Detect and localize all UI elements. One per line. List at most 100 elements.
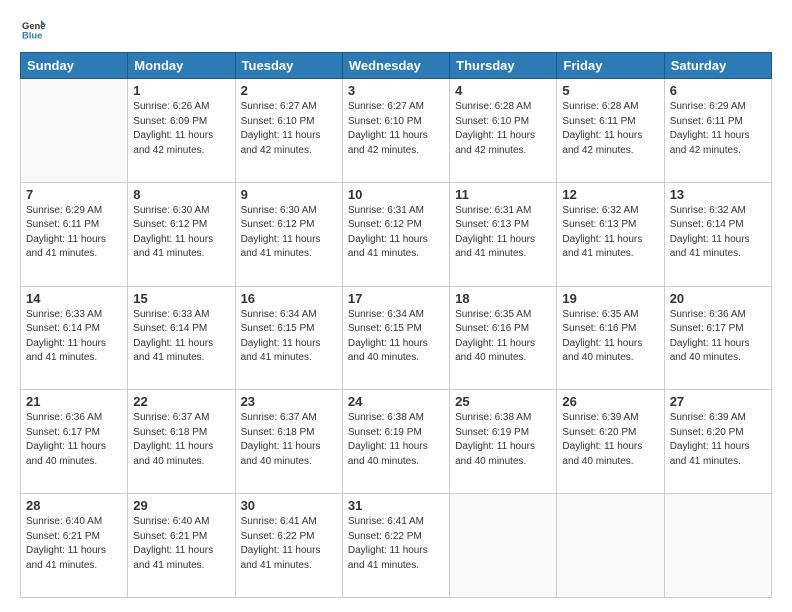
cell-info: Sunrise: 6:36 AMSunset: 6:17 PMDaylight:… [670,308,766,366]
cell-info: Sunrise: 6:33 AMSunset: 6:14 PMDaylight:… [26,308,122,366]
day-number: 31 [348,498,444,513]
day-number: 29 [133,498,229,513]
day-number: 7 [26,187,122,202]
day-number: 30 [241,498,337,513]
weekday-header: Wednesday [342,53,449,79]
day-number: 3 [348,83,444,98]
day-number: 18 [455,291,551,306]
day-number: 6 [670,83,766,98]
calendar-cell: 6 Sunrise: 6:29 AMSunset: 6:11 PMDaylight… [664,79,771,183]
day-number: 25 [455,394,551,409]
calendar-cell: 3 Sunrise: 6:27 AMSunset: 6:10 PMDaylight… [342,79,449,183]
weekday-header: Monday [128,53,235,79]
day-number: 22 [133,394,229,409]
cell-info: Sunrise: 6:38 AMSunset: 6:19 PMDaylight:… [348,411,444,469]
day-number: 13 [670,187,766,202]
day-number: 9 [241,187,337,202]
cell-info: Sunrise: 6:31 AMSunset: 6:12 PMDaylight:… [348,204,444,262]
logo-icon: General Blue [22,18,46,42]
cell-info: Sunrise: 6:37 AMSunset: 6:18 PMDaylight:… [241,411,337,469]
calendar-cell: 11Sunrise: 6:31 AMSunset: 6:13 PMDayligh… [450,182,557,286]
calendar-cell: 24 Sunrise: 6:38 AMSunset: 6:19 PMDayligh… [342,390,449,494]
calendar-cell: 18 Sunrise: 6:35 AMSunset: 6:16 PMDayligh… [450,286,557,390]
day-number: 19 [562,291,658,306]
header: General Blue [20,18,772,42]
day-number: 15 [133,291,229,306]
calendar-cell: 29Sunrise: 6:40 AMSunset: 6:21 PMDayligh… [128,494,235,598]
cell-info: Sunrise: 6:32 AMSunset: 6:14 PMDaylight:… [670,204,766,262]
calendar-cell: 8Sunrise: 6:30 AMSunset: 6:12 PMDaylight… [128,182,235,286]
calendar-cell: 13 Sunrise: 6:32 AMSunset: 6:14 PMDayligh… [664,182,771,286]
cell-info: Sunrise: 6:30 AMSunset: 6:12 PMDaylight:… [133,204,229,262]
cell-info: Sunrise: 6:30 AMSunset: 6:12 PMDaylight:… [241,204,337,262]
calendar-cell [557,494,664,598]
calendar-cell: 20Sunrise: 6:36 AMSunset: 6:17 PMDayligh… [664,286,771,390]
day-number: 10 [348,187,444,202]
cell-info: Sunrise: 6:32 AMSunset: 6:13 PMDaylight:… [562,204,658,262]
calendar-cell [664,494,771,598]
day-number: 27 [670,394,766,409]
calendar-cell: 9 Sunrise: 6:30 AMSunset: 6:12 PMDaylight… [235,182,342,286]
cell-info: Sunrise: 6:36 AMSunset: 6:17 PMDaylight:… [26,411,122,469]
calendar-cell: 21 Sunrise: 6:36 AMSunset: 6:17 PMDayligh… [21,390,128,494]
weekday-header: Sunday [21,53,128,79]
calendar-cell: 23 Sunrise: 6:37 AMSunset: 6:18 PMDayligh… [235,390,342,494]
day-number: 12 [562,187,658,202]
day-number: 14 [26,291,122,306]
calendar-row: 1 Sunrise: 6:26 AMSunset: 6:09 PMDaylight… [21,79,772,183]
calendar-cell: 16 Sunrise: 6:34 AMSunset: 6:15 PMDayligh… [235,286,342,390]
cell-info: Sunrise: 6:40 AMSunset: 6:21 PMDaylight:… [26,515,122,573]
cell-info: Sunrise: 6:38 AMSunset: 6:19 PMDaylight:… [455,411,551,469]
calendar-cell: 17Sunrise: 6:34 AMSunset: 6:15 PMDayligh… [342,286,449,390]
calendar-cell: 10 Sunrise: 6:31 AMSunset: 6:12 PMDayligh… [342,182,449,286]
calendar-cell: 26 Sunrise: 6:39 AMSunset: 6:20 PMDayligh… [557,390,664,494]
calendar-row: 14 Sunrise: 6:33 AMSunset: 6:14 PMDayligh… [21,286,772,390]
cell-info: Sunrise: 6:34 AMSunset: 6:15 PMDaylight:… [241,308,337,366]
weekday-header: Tuesday [235,53,342,79]
calendar-row: 7 Sunrise: 6:29 AMSunset: 6:11 PMDaylight… [21,182,772,286]
svg-text:Blue: Blue [22,30,42,41]
calendar-cell: 12 Sunrise: 6:32 AMSunset: 6:13 PMDayligh… [557,182,664,286]
calendar-cell: 22 Sunrise: 6:37 AMSunset: 6:18 PMDayligh… [128,390,235,494]
cell-info: Sunrise: 6:31 AMSunset: 6:13 PMDaylight:… [455,204,551,262]
cell-info: Sunrise: 6:26 AMSunset: 6:09 PMDaylight:… [133,100,229,158]
cell-info: Sunrise: 6:27 AMSunset: 6:10 PMDaylight:… [348,100,444,158]
day-number: 21 [26,394,122,409]
calendar-cell: 2Sunrise: 6:27 AMSunset: 6:10 PMDaylight… [235,79,342,183]
cell-info: Sunrise: 6:35 AMSunset: 6:16 PMDaylight:… [455,308,551,366]
calendar-cell: 15 Sunrise: 6:33 AMSunset: 6:14 PMDayligh… [128,286,235,390]
day-number: 23 [241,394,337,409]
day-number: 2 [241,83,337,98]
cell-info: Sunrise: 6:34 AMSunset: 6:15 PMDaylight:… [348,308,444,366]
logo: General Blue [20,18,50,42]
calendar-cell: 31 Sunrise: 6:41 AMSunset: 6:22 PMDayligh… [342,494,449,598]
cell-info: Sunrise: 6:29 AMSunset: 6:11 PMDaylight:… [670,100,766,158]
day-number: 16 [241,291,337,306]
calendar-cell [450,494,557,598]
cell-info: Sunrise: 6:35 AMSunset: 6:16 PMDaylight:… [562,308,658,366]
page: General Blue SundayMondayTuesdayWednesda… [0,0,792,612]
calendar-cell: 25 Sunrise: 6:38 AMSunset: 6:19 PMDayligh… [450,390,557,494]
calendar-cell: 27 Sunrise: 6:39 AMSunset: 6:20 PMDayligh… [664,390,771,494]
cell-info: Sunrise: 6:39 AMSunset: 6:20 PMDaylight:… [670,411,766,469]
day-number: 26 [562,394,658,409]
calendar-cell: 4Sunrise: 6:28 AMSunset: 6:10 PMDaylight… [450,79,557,183]
cell-info: Sunrise: 6:28 AMSunset: 6:11 PMDaylight:… [562,100,658,158]
cell-info: Sunrise: 6:28 AMSunset: 6:10 PMDaylight:… [455,100,551,158]
cell-info: Sunrise: 6:39 AMSunset: 6:20 PMDaylight:… [562,411,658,469]
day-number: 28 [26,498,122,513]
weekday-header: Saturday [664,53,771,79]
calendar-cell: 30 Sunrise: 6:41 AMSunset: 6:22 PMDayligh… [235,494,342,598]
cell-info: Sunrise: 6:37 AMSunset: 6:18 PMDaylight:… [133,411,229,469]
cell-info: Sunrise: 6:41 AMSunset: 6:22 PMDaylight:… [241,515,337,573]
calendar-header-row: SundayMondayTuesdayWednesdayThursdayFrid… [21,53,772,79]
cell-info: Sunrise: 6:41 AMSunset: 6:22 PMDaylight:… [348,515,444,573]
calendar-row: 21 Sunrise: 6:36 AMSunset: 6:17 PMDayligh… [21,390,772,494]
calendar-cell: 28 Sunrise: 6:40 AMSunset: 6:21 PMDayligh… [21,494,128,598]
day-number: 1 [133,83,229,98]
calendar-cell: 5 Sunrise: 6:28 AMSunset: 6:11 PMDaylight… [557,79,664,183]
day-number: 24 [348,394,444,409]
day-number: 5 [562,83,658,98]
cell-info: Sunrise: 6:33 AMSunset: 6:14 PMDaylight:… [133,308,229,366]
cell-info: Sunrise: 6:29 AMSunset: 6:11 PMDaylight:… [26,204,122,262]
